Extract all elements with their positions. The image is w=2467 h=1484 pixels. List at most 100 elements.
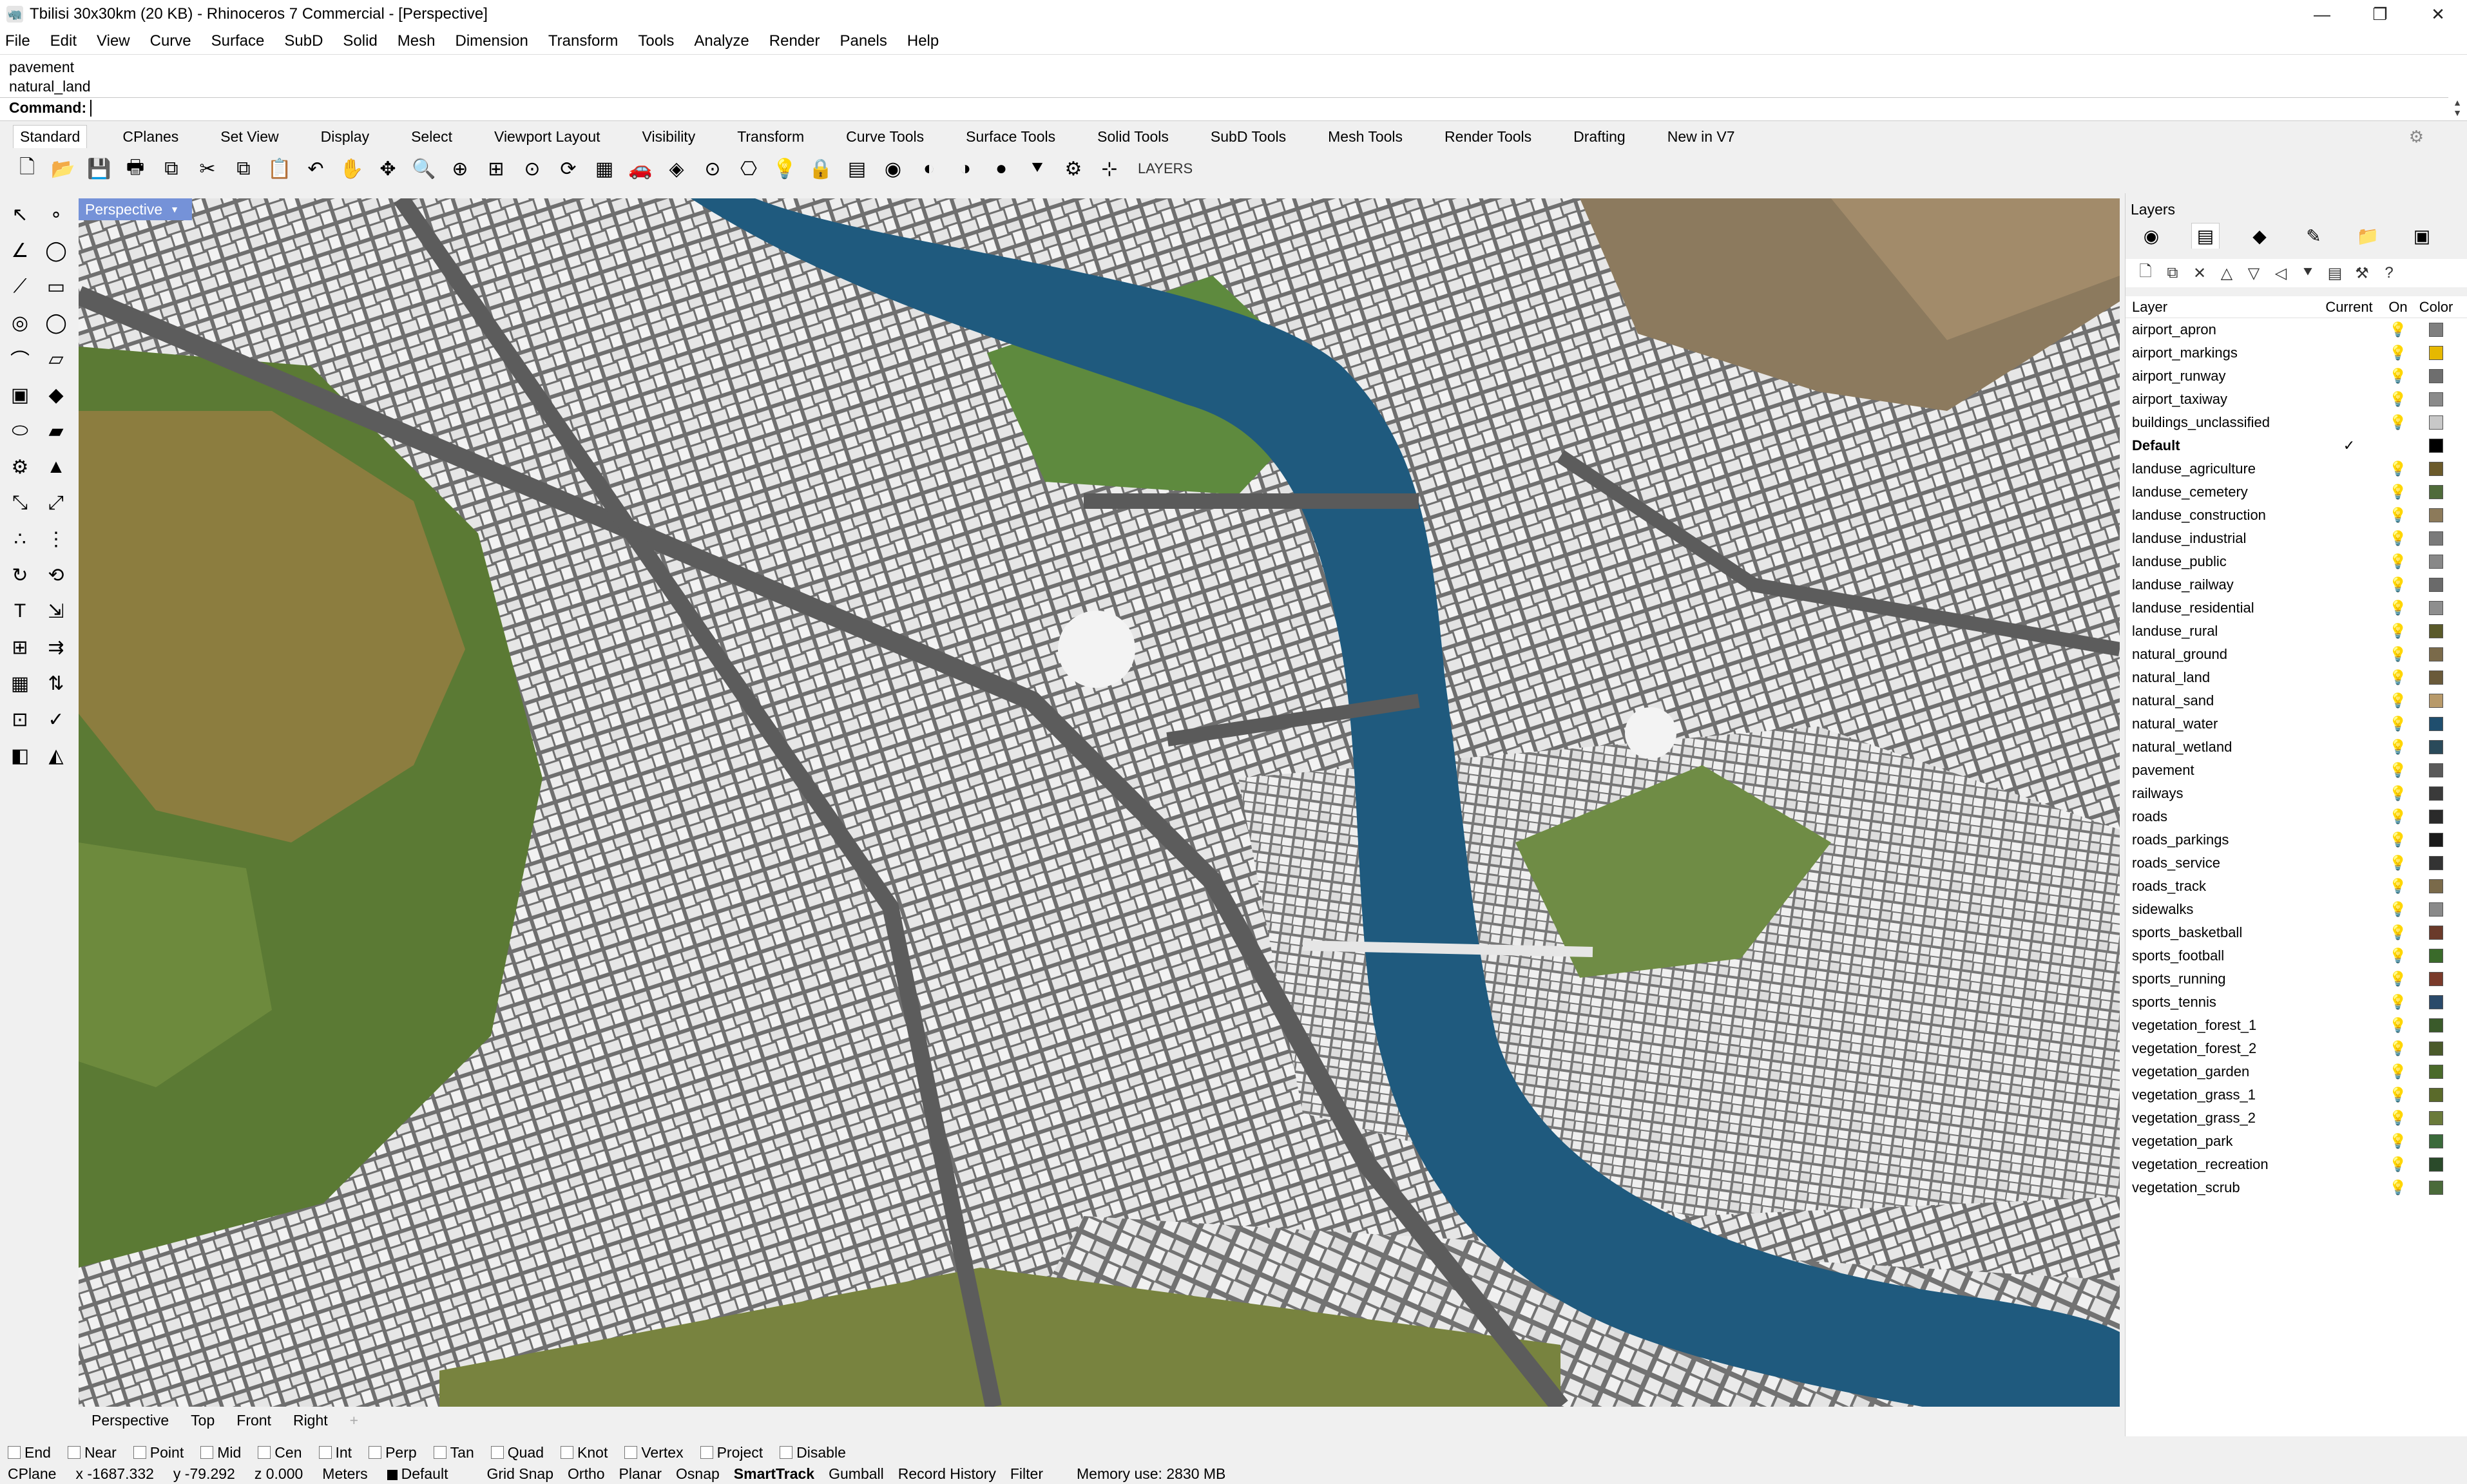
layer-color-swatch[interactable] [2429,647,2443,661]
layer-color-swatch[interactable] [2429,717,2443,731]
lightbulb-icon[interactable]: 💡 [771,155,799,183]
layer-color-cell[interactable] [2417,624,2455,638]
layer-color-swatch[interactable] [2429,346,2443,360]
left-tool-16-icon[interactable]: ⤡ [5,488,35,518]
layer-color-swatch[interactable] [2429,624,2443,638]
tab-mesh-tools[interactable]: Mesh Tools [1321,126,1409,148]
layer-visibility-bulb-icon[interactable]: 💡 [2379,901,2417,918]
layer-visibility-bulb-icon[interactable]: 💡 [2379,391,2417,408]
layer-name[interactable]: landuse_railway [2126,576,2319,593]
layer-name[interactable]: roads [2126,808,2319,825]
layer-visibility-bulb-icon[interactable]: 💡 [2379,600,2417,616]
menu-solid[interactable]: Solid [343,32,377,50]
lock-icon[interactable]: 🔒 [807,155,835,183]
layer-color-cell[interactable] [2417,508,2455,522]
viewport-tab-right[interactable]: Right [293,1412,328,1429]
toolbar-options-gear-icon[interactable]: ⚙ [2403,124,2430,149]
osnap-checkbox[interactable] [200,1446,214,1459]
layer-row[interactable]: pavement 💡 [2126,759,2467,782]
layer-color-cell[interactable] [2417,671,2455,685]
tab-new-in-v7[interactable]: New in V7 [1661,126,1742,148]
layer-visibility-bulb-icon[interactable]: 💡 [2379,530,2417,547]
layer-name[interactable]: landuse_cemetery [2126,484,2319,500]
named-views-icon[interactable]: ⎔ [734,155,763,183]
snap-icon[interactable]: ⊹ [1095,155,1124,183]
osnap-end[interactable]: End [8,1444,51,1461]
left-tool-25-icon[interactable]: ⇉ [41,633,71,662]
menu-file[interactable]: File [5,32,30,50]
layer-row[interactable]: vegetation_grass_2 💡 [2126,1107,2467,1130]
header-color[interactable]: Color [2417,299,2455,316]
layer-color-swatch[interactable] [2429,1134,2443,1148]
layer-row[interactable]: roads_service 💡 [2126,851,2467,875]
layer-name[interactable]: vegetation_forest_2 [2126,1040,2319,1057]
header-on[interactable]: On [2379,299,2417,316]
layer-name[interactable]: airport_taxiway [2126,391,2319,408]
menu-view[interactable]: View [97,32,130,50]
osnap-checkbox[interactable] [624,1446,638,1459]
left-tool-6-icon[interactable]: ◎ [5,308,35,338]
render-preview-icon[interactable]: ◑ [951,155,979,183]
header-layer[interactable]: Layer [2126,299,2319,316]
menu-edit[interactable]: Edit [50,32,77,50]
layer-visibility-bulb-icon[interactable]: 💡 [2379,785,2417,802]
left-tool-2-icon[interactable]: ∠ [5,236,35,265]
osnap-checkbox[interactable] [133,1446,146,1459]
left-tool-22-icon[interactable]: T [5,596,35,626]
layer-name[interactable]: airport_apron [2126,321,2319,338]
layer-tool-3-icon[interactable]: △ [2216,262,2238,284]
layer-visibility-bulb-icon[interactable]: 💡 [2379,808,2417,825]
layer-tool-9-icon[interactable]: ? [2378,262,2400,284]
layer-visibility-bulb-icon[interactable]: 💡 [2379,345,2417,361]
layer-visibility-bulb-icon[interactable]: 💡 [2379,623,2417,640]
tab-solid-tools[interactable]: Solid Tools [1091,126,1175,148]
layer-color-cell[interactable] [2417,1088,2455,1102]
layer-tool-2-icon[interactable]: ✕ [2189,262,2211,284]
toggle-ortho[interactable]: Ortho [568,1465,605,1482]
layer-row[interactable]: sidewalks 💡 [2126,898,2467,921]
maximize-button[interactable]: ❐ [2351,0,2409,28]
layer-color-swatch[interactable] [2429,856,2443,870]
layer-row[interactable]: vegetation_forest_2 💡 [2126,1037,2467,1060]
layer-color-swatch[interactable] [2429,786,2443,801]
osnap-int[interactable]: Int [318,1444,352,1461]
left-tool-26-icon[interactable]: ▦ [5,669,35,698]
viewport-tab-perspective[interactable]: Perspective [91,1412,169,1429]
command-line[interactable]: Command: [0,97,2448,118]
layer-visibility-bulb-icon[interactable]: 💡 [2379,321,2417,338]
layer-row[interactable]: roads_track 💡 [2126,875,2467,898]
layer-row[interactable]: landuse_rural 💡 [2126,620,2467,643]
layer-name[interactable]: vegetation_grass_2 [2126,1110,2319,1127]
layer-name[interactable]: sidewalks [2126,901,2319,918]
layer-color-swatch[interactable] [2429,578,2443,592]
tab-display[interactable]: Display [314,126,376,148]
layer-color-cell[interactable] [2417,949,2455,963]
layer-name[interactable]: Default [2126,437,2319,454]
layer-color-swatch[interactable] [2429,462,2443,476]
layer-color-cell[interactable] [2417,902,2455,917]
osnap-mid[interactable]: Mid [200,1444,241,1461]
viewport-tab-top[interactable]: Top [191,1412,215,1429]
left-tool-3-icon[interactable]: ◯ [41,236,71,265]
menu-transform[interactable]: Transform [548,32,618,50]
layer-name[interactable]: vegetation_grass_1 [2126,1087,2319,1103]
tab-visibility[interactable]: Visibility [636,126,702,148]
menu-mesh[interactable]: Mesh [398,32,436,50]
layer-visibility-bulb-icon[interactable]: 💡 [2379,669,2417,686]
shade-icon[interactable]: ◐ [915,155,943,183]
layer-color-swatch[interactable] [2429,902,2443,917]
viewport-title[interactable]: Perspective ▼ [79,198,192,220]
left-tool-18-icon[interactable]: ∴ [5,524,35,554]
layer-row[interactable]: sports_running 💡 [2126,967,2467,991]
left-tool-9-icon[interactable]: ▱ [41,344,71,374]
layer-row[interactable]: landuse_construction 💡 [2126,504,2467,527]
layer-row[interactable]: landuse_industrial 💡 [2126,527,2467,550]
layer-row[interactable]: airport_runway 💡 [2126,365,2467,388]
osnap-quad[interactable]: Quad [490,1444,544,1461]
layer-visibility-bulb-icon[interactable]: 💡 [2379,1156,2417,1173]
tab-drafting[interactable]: Drafting [1567,126,1632,148]
layer-name[interactable]: vegetation_garden [2126,1063,2319,1080]
layer-tool-1-icon[interactable]: ⧉ [2162,262,2184,284]
osnap-checkbox[interactable] [561,1446,574,1459]
osnap-tan[interactable]: Tan [433,1444,474,1461]
